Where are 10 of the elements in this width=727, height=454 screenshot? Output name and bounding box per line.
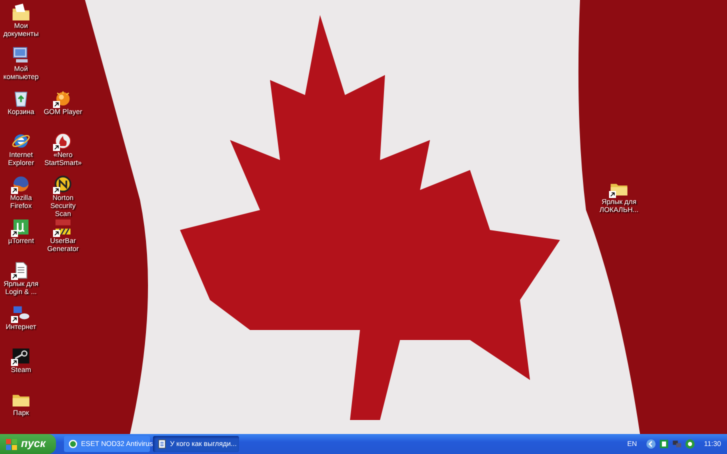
- windows-logo-icon: [6, 438, 17, 450]
- globe-icon: [11, 174, 31, 194]
- striped-banner-icon: [53, 217, 73, 237]
- torrent-icon: [11, 217, 31, 237]
- document-icon: [157, 439, 167, 449]
- flame-icon: [53, 131, 73, 151]
- chevron-icon[interactable]: [646, 439, 656, 449]
- network-icon[interactable]: [672, 439, 682, 449]
- steam-icon: [11, 346, 31, 366]
- document-folder-icon: [11, 2, 31, 22]
